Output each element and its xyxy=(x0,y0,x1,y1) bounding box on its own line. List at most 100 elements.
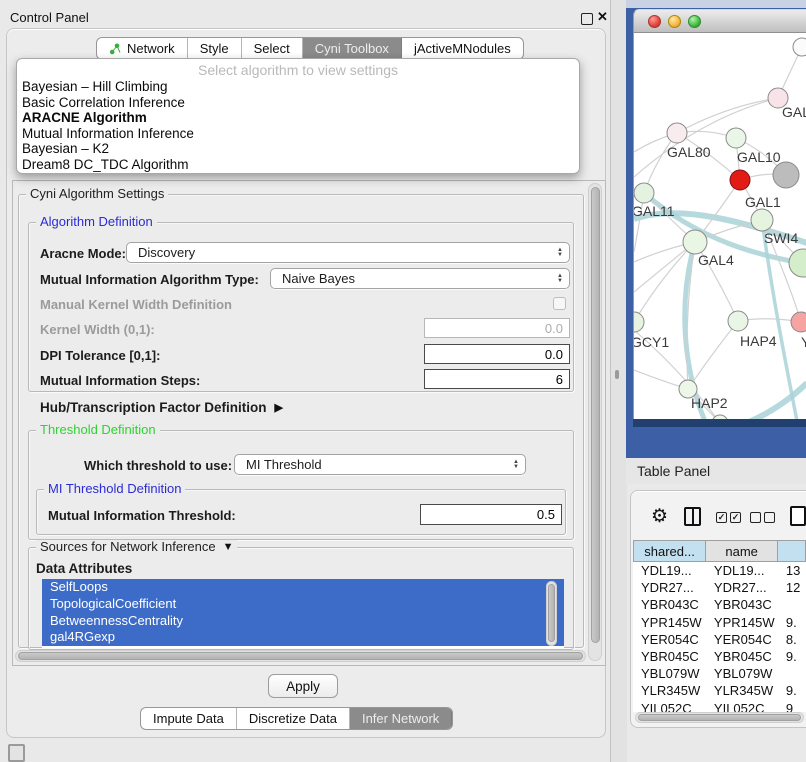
mi-threshold-input[interactable] xyxy=(420,504,562,525)
table-cell: 13 xyxy=(778,563,806,578)
zoom-window-icon[interactable] xyxy=(688,15,701,28)
data-attributes-list[interactable]: SelfLoopsTopologicalCoefficientBetweenne… xyxy=(42,579,564,648)
network-node[interactable] xyxy=(730,170,750,190)
settings-horizontal-scrollbar[interactable] xyxy=(15,650,586,662)
network-node-label: HAP2 xyxy=(691,395,728,411)
combo-stepper-icon[interactable]: ▲▼ xyxy=(557,248,563,258)
network-node[interactable] xyxy=(667,123,687,143)
network-node[interactable] xyxy=(726,128,746,148)
data-attribute-item[interactable]: BetweennessCentrality xyxy=(42,613,564,630)
network-window-titlebar[interactable] xyxy=(633,9,806,33)
network-node-label: GAL80 xyxy=(667,144,711,160)
hub-definition-toggle[interactable]: Hub/Transcription Factor Definition ▶ xyxy=(40,400,283,415)
network-edge[interactable] xyxy=(634,98,778,177)
sources-group-title-row[interactable]: Sources for Network Inference ▼ xyxy=(36,540,237,554)
expanded-arrow-icon[interactable]: ▼ xyxy=(223,540,234,554)
network-node[interactable] xyxy=(683,230,707,254)
table-row[interactable]: YDL19...YDL19...13 xyxy=(633,562,806,579)
close-panel-icon[interactable]: ✕ xyxy=(597,11,608,23)
tab-label: Network xyxy=(127,41,175,56)
tab-select[interactable]: Select xyxy=(242,38,303,59)
table-horizontal-scrollbar[interactable] xyxy=(635,712,804,723)
tab-style[interactable]: Style xyxy=(188,38,242,59)
table-column-header[interactable]: shared... xyxy=(633,540,706,562)
data-attribute-item[interactable]: gal4RGexp xyxy=(42,629,564,646)
table-cell: YER054C xyxy=(706,632,778,647)
table-row[interactable]: YIL052CYIL052C9 xyxy=(633,700,806,713)
algorithm-option[interactable]: Mutual Information Inference xyxy=(17,126,579,142)
network-node[interactable] xyxy=(751,209,773,231)
split-columns-icon[interactable] xyxy=(684,507,701,526)
bottom-tab-infer-network[interactable]: Infer Network xyxy=(350,708,452,729)
data-attribute-item[interactable]: SelfLoops xyxy=(42,579,564,596)
network-node[interactable] xyxy=(634,183,654,203)
table-cell: YDL19... xyxy=(706,563,778,578)
data-attribute-item[interactable]: TopologicalCoefficient xyxy=(42,596,564,613)
aracne-mode-combobox[interactable]: Discovery ▲▼ xyxy=(126,242,570,263)
network-node-label: GAL1 xyxy=(745,194,781,210)
mi-threshold-label: Mutual Information Threshold: xyxy=(48,508,236,523)
collapsed-panel-icon[interactable] xyxy=(8,744,25,762)
node-table[interactable]: shared...name YDL19...YDL19...13YDR27...… xyxy=(633,540,806,712)
network-node[interactable] xyxy=(728,311,748,331)
gear-icon[interactable]: ⚙ xyxy=(651,507,668,526)
bottom-tabs: Impute DataDiscretize DataInfer Network xyxy=(140,707,453,730)
network-node[interactable] xyxy=(634,312,644,332)
network-node[interactable] xyxy=(793,38,806,56)
mi-steps-input[interactable] xyxy=(424,369,570,389)
table-cell: YDR27... xyxy=(706,580,778,595)
manual-kernel-checkbox[interactable] xyxy=(553,297,566,310)
table-row[interactable]: YBR043CYBR043C xyxy=(633,596,806,613)
table-row[interactable]: YDR27...YDR27...12 xyxy=(633,579,806,596)
kernel-width-input[interactable] xyxy=(424,318,570,338)
mi-type-value: Naive Bayes xyxy=(282,271,355,286)
algorithm-option[interactable]: ARACNE Algorithm xyxy=(17,110,579,126)
select-all-checkboxes-icon[interactable]: ✓✓ xyxy=(716,512,741,523)
table-row[interactable]: YBR045CYBR045C9. xyxy=(633,648,806,665)
network-node[interactable] xyxy=(773,162,799,188)
divider-grip-icon[interactable] xyxy=(615,370,619,379)
table-cell: YPR145W xyxy=(706,615,778,630)
attributes-list-scrollbar[interactable] xyxy=(546,581,557,646)
dpi-tolerance-input[interactable] xyxy=(424,344,570,364)
network-edge[interactable] xyxy=(688,321,738,389)
network-canvas[interactable]: GALGAL80GAL10GAL1GAL11SWI4GAL4GCY1HAP4YH… xyxy=(633,33,806,419)
network-node[interactable] xyxy=(789,249,806,277)
control-panel-title: Control Panel xyxy=(10,10,89,25)
which-threshold-combobox[interactable]: MI Threshold ▲▼ xyxy=(234,454,526,475)
table-row[interactable]: YPR145WYPR145W9. xyxy=(633,614,806,631)
minimize-window-icon[interactable] xyxy=(668,15,681,28)
mi-threshold-group-title: MI Threshold Definition xyxy=(44,482,185,496)
mi-type-combobox[interactable]: Naive Bayes ▲▼ xyxy=(270,268,570,289)
sources-group-title: Sources for Network Inference xyxy=(40,540,216,554)
document-icon[interactable] xyxy=(790,506,806,526)
table-row[interactable]: YLR345WYLR345W9. xyxy=(633,682,806,699)
table-cell: YBR045C xyxy=(633,649,706,664)
close-window-icon[interactable] xyxy=(648,15,661,28)
table-row[interactable]: YBL079WYBL079W xyxy=(633,665,806,682)
bottom-tab-impute-data[interactable]: Impute Data xyxy=(141,708,237,729)
float-panel-icon[interactable] xyxy=(581,13,593,25)
combo-stepper-icon[interactable]: ▲▼ xyxy=(557,274,563,284)
table-row[interactable]: YER054CYER054C8. xyxy=(633,631,806,648)
dock-divider[interactable] xyxy=(610,0,627,762)
settings-vertical-scrollbar[interactable] xyxy=(588,183,602,661)
tab-jactivemnodules[interactable]: jActiveMNodules xyxy=(402,38,523,59)
deselect-all-checkboxes-icon[interactable] xyxy=(750,512,775,523)
manual-kernel-label: Manual Kernel Width Definition xyxy=(40,297,232,312)
combo-stepper-icon[interactable]: ▲▼ xyxy=(513,460,519,470)
tab-cyni-toolbox[interactable]: Cyni Toolbox xyxy=(303,38,402,59)
table-column-header[interactable]: name xyxy=(706,540,778,562)
tab-network[interactable]: Network xyxy=(97,38,188,59)
network-node-label: HAP4 xyxy=(740,333,777,349)
table-cell: YBR045C xyxy=(706,649,778,664)
collapsed-arrow-icon[interactable]: ▶ xyxy=(275,401,283,414)
algorithm-option[interactable]: Basic Correlation Inference xyxy=(17,95,579,111)
algorithm-option[interactable]: Bayesian – Hill Climbing xyxy=(17,79,579,95)
bottom-tab-discretize-data[interactable]: Discretize Data xyxy=(237,708,350,729)
algorithm-option[interactable]: Bayesian – K2 xyxy=(17,141,579,157)
table-column-header[interactable] xyxy=(778,540,806,562)
algorithm-option[interactable]: Dream8 DC_TDC Algorithm xyxy=(17,157,579,173)
network-node[interactable] xyxy=(791,312,806,332)
apply-button[interactable]: Apply xyxy=(268,674,338,698)
